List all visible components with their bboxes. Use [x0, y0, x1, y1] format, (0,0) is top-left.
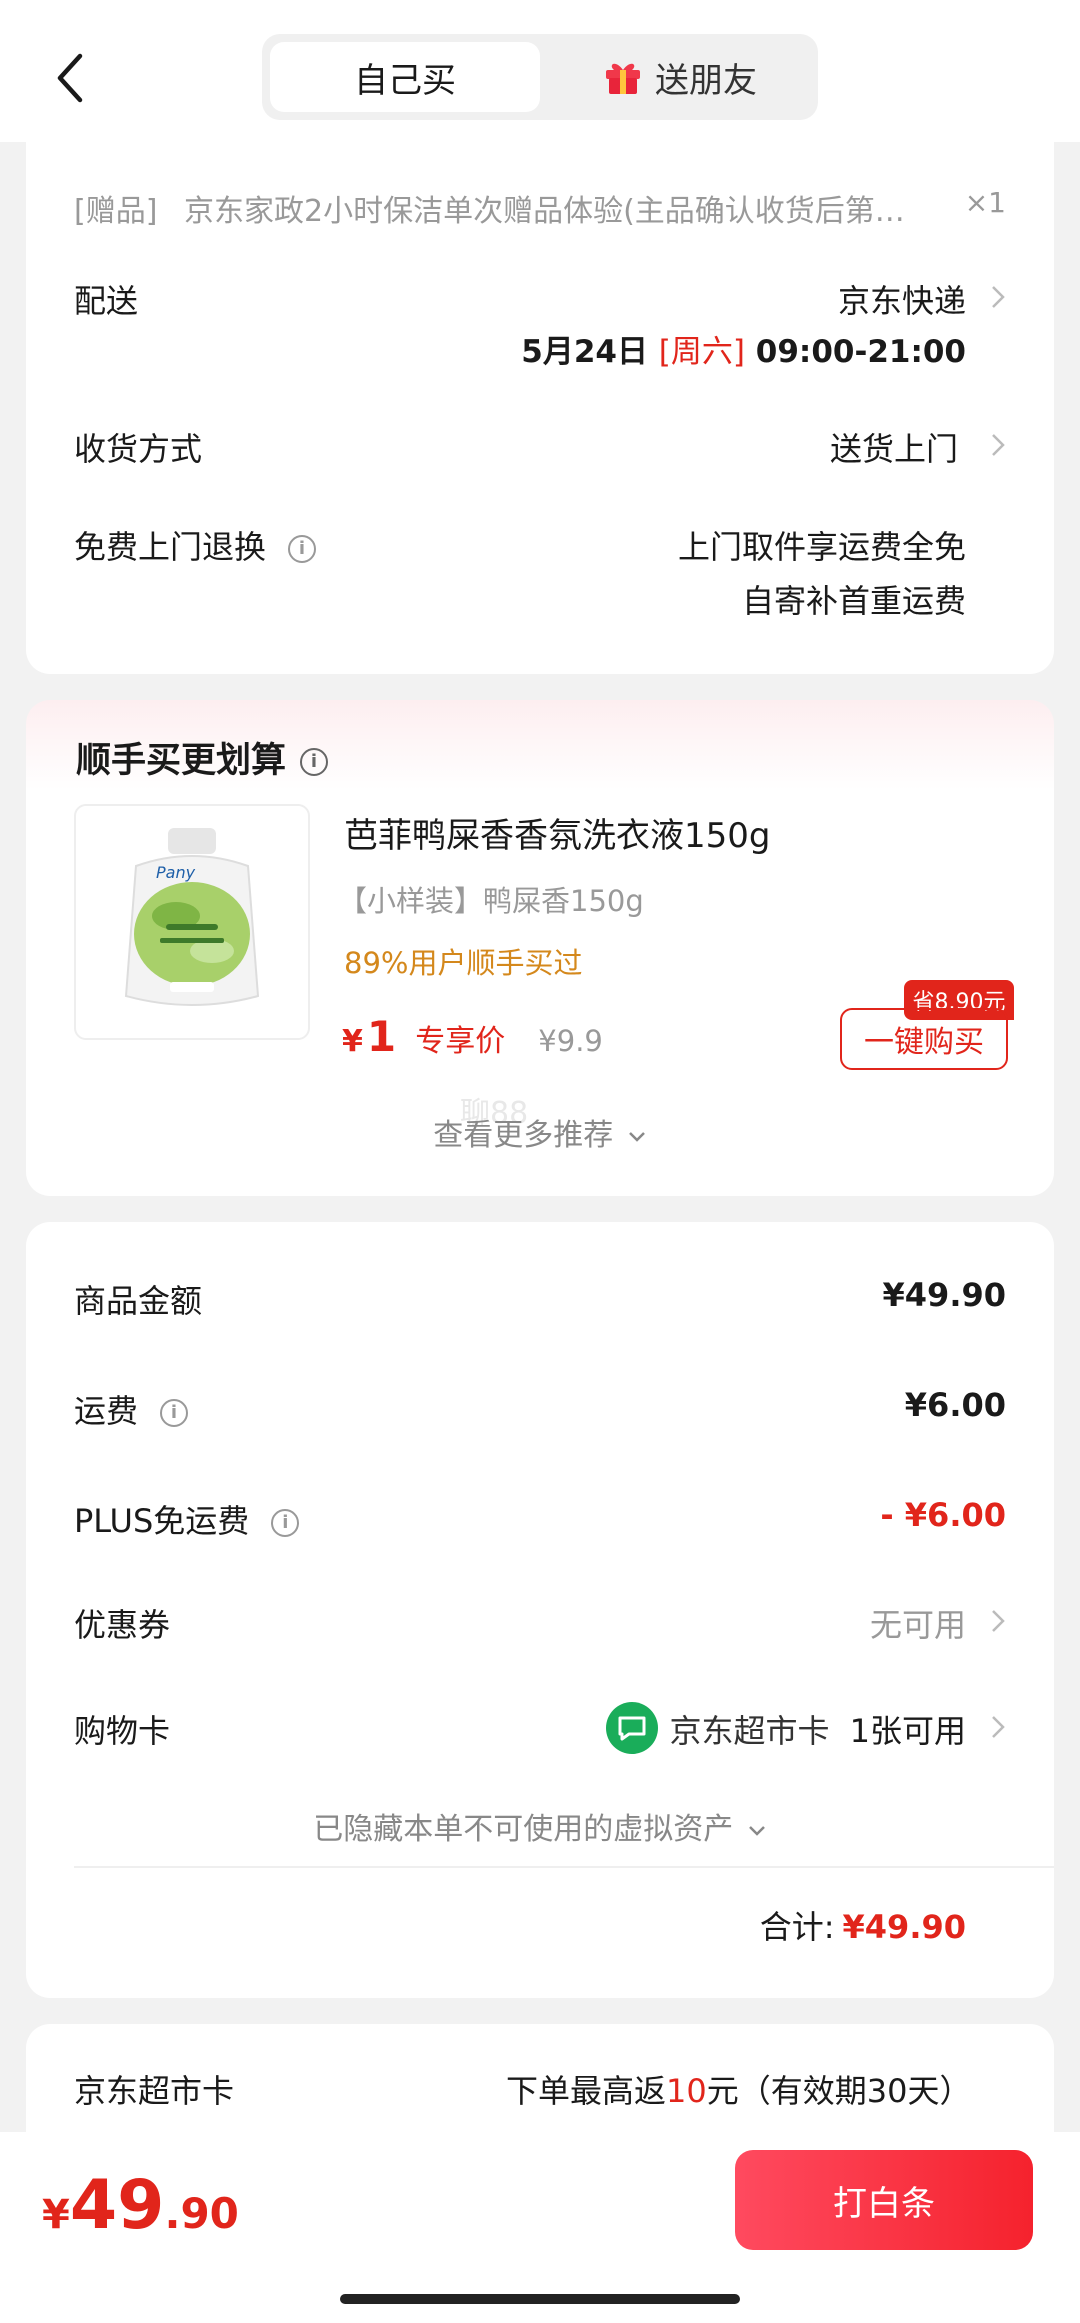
receive-method-value: 送货上门: [829, 430, 958, 468]
checkout-total: ¥49.90: [42, 2166, 239, 2245]
addon-price: ¥1 专享价 ¥9.9: [342, 1012, 603, 1062]
receive-method-label: 收货方式: [74, 430, 203, 468]
addon-title-text: 顺手买更划算: [76, 741, 287, 781]
coupon-value: 无可用: [869, 1606, 966, 1644]
gift-tag: [赠品]: [74, 194, 158, 229]
cashback-text-pre: 下单最高返: [506, 2072, 667, 2110]
delivery-card: [赠品] 京东家政2小时保洁单次赠品体验(主品确认收货后第… ×1 配送 京东快…: [26, 100, 1054, 674]
checkout-bar: ¥49.90 打白条: [0, 2132, 1080, 2323]
addon-social-proof: 89%用户顺手买过: [344, 946, 583, 980]
delivery-label: 配送: [74, 282, 139, 320]
info-icon[interactable]: i: [288, 535, 317, 563]
purchase-mode-switch: 自己买 送朋友: [262, 34, 818, 120]
shopping-card-row[interactable]: 购物卡 京东超市卡 1张可用: [74, 1700, 1006, 1756]
home-indicator: [340, 2294, 740, 2304]
gift-icon: [606, 63, 640, 94]
checkout-amount-dec: .90: [164, 2189, 239, 2238]
hidden-assets-label: 已隐藏本单不可使用的虚拟资产: [313, 1812, 734, 1847]
chevron-right-icon: [992, 434, 1005, 456]
hidden-assets-toggle[interactable]: 已隐藏本单不可使用的虚拟资产: [26, 1804, 1054, 1848]
free-return-row: 免费上门退换 i 上门取件享运费全免 自寄补首重运费: [74, 522, 1006, 632]
goods-amount-row: 商品金额 ¥49.90: [74, 1276, 1006, 1320]
product-image[interactable]: Pany: [74, 804, 310, 1040]
gift-item-row[interactable]: [赠品] 京东家政2小时保洁单次赠品体验(主品确认收货后第… ×1: [74, 186, 1006, 229]
info-icon[interactable]: i: [160, 1399, 189, 1427]
delivery-time: 09:00-21:00: [755, 334, 966, 370]
tab-self-buy[interactable]: 自己买: [270, 42, 540, 112]
view-more-recommendations[interactable]: 查看更多推荐: [26, 1110, 1054, 1154]
shipping-fee-label-text: 运费: [74, 1392, 139, 1430]
chevron-right-icon: [992, 286, 1005, 308]
addon-card: 顺手买更划算 i Pany 芭菲鸭屎香香氛洗衣液150g 【小样装】鸭屎香150g…: [26, 700, 1054, 1196]
plus-free-shipping-row: PLUS免运费 i - ¥6.00: [74, 1496, 1006, 1540]
total-value: ¥49.90: [842, 1908, 966, 1946]
delivery-carrier: 京东快递: [837, 282, 966, 320]
supermarket-cashback-text: 下单最高返10元（有效期30天）: [506, 2066, 971, 2112]
shopping-card-info: 京东超市卡 1张可用: [605, 1702, 966, 1755]
detergent-bottle-image: Pany: [124, 828, 260, 1006]
chevron-down-icon: [748, 1825, 765, 1836]
price-summary-card: 商品金额 ¥49.90 运费 i ¥6.00 PLUS免运费 i - ¥6.00 优…: [26, 1222, 1054, 1998]
delivery-schedule: 5月24日 [周六] 09:00-21:00: [521, 326, 966, 371]
cashback-text-post: 元（有效期30天）: [706, 2072, 972, 2110]
addon-original-price: ¥9.9: [538, 1024, 603, 1058]
tab-send-friend[interactable]: 送朋友: [552, 42, 808, 112]
receive-method-row[interactable]: 收货方式 送货上门: [74, 424, 1006, 468]
goods-amount-label: 商品金额: [74, 1282, 203, 1320]
supermarket-card-icon: [606, 1702, 659, 1754]
total-label: 合计:: [759, 1908, 835, 1946]
free-return-label: 免费上门退换 i: [74, 522, 317, 568]
free-return-line2: 自寄补首重运费: [741, 582, 966, 620]
shipping-fee-row: 运费 i ¥6.00: [74, 1386, 1006, 1430]
plus-free-shipping-label: PLUS免运费 i: [74, 1496, 300, 1542]
chevron-right-icon: [992, 1716, 1005, 1738]
gift-item-qty: ×1: [964, 186, 1006, 219]
supermarket-card-label: 京东超市卡: [74, 2072, 235, 2110]
checkout-amount-int: 49: [69, 2166, 165, 2245]
addon-price-symbol: ¥: [342, 1024, 363, 1059]
addon-product-spec: 【小样装】鸭屎香150g: [338, 884, 644, 918]
chevron-down-icon: [628, 1131, 645, 1142]
addon-price-value: 1: [366, 1012, 397, 1061]
gift-item-name: 京东家政2小时保洁单次赠品体验(主品确认收货后第…: [184, 194, 905, 229]
goods-amount-value: ¥49.90: [882, 1276, 1006, 1314]
info-icon[interactable]: i: [300, 748, 329, 776]
tab-self-buy-label: 自己买: [354, 60, 456, 101]
coupon-row[interactable]: 优惠券 无可用: [74, 1600, 1006, 1644]
tab-send-friend-label: 送朋友: [655, 60, 757, 101]
cashback-amount: 10: [666, 2072, 707, 2110]
shipping-fee-value: ¥6.00: [904, 1386, 1006, 1424]
top-bar: 自己买 送朋友: [0, 0, 1080, 142]
coupon-label: 优惠券: [74, 1606, 171, 1644]
view-more-label: 查看更多推荐: [433, 1118, 614, 1153]
plus-free-shipping-value: - ¥6.00: [880, 1496, 1006, 1534]
delivery-weekday: [周六]: [658, 334, 745, 370]
svg-text:Pany: Pany: [156, 863, 196, 882]
one-click-buy-button[interactable]: 一键购买: [840, 1008, 1008, 1070]
back-arrow-icon[interactable]: [52, 52, 92, 104]
addon-title: 顺手买更划算 i: [76, 732, 329, 783]
delivery-date: 5月24日: [521, 334, 648, 370]
free-return-label-text: 免费上门退换: [74, 528, 267, 566]
delivery-row[interactable]: 配送 京东快递 5月24日 [周六] 09:00-21:00: [74, 276, 1006, 376]
shopping-card-available: 1张可用: [849, 1712, 966, 1750]
chevron-right-icon: [992, 1610, 1005, 1632]
shopping-card-label: 购物卡: [74, 1712, 171, 1750]
supermarket-cashback-row[interactable]: 京东超市卡 下单最高返10元（有效期30天）: [74, 2066, 1006, 2110]
pay-baitiao-button[interactable]: 打白条: [735, 2150, 1033, 2250]
total-row: 合计: ¥49.90: [760, 1902, 966, 1948]
checkout-currency: ¥: [42, 2192, 70, 2238]
free-return-line1: 上门取件享运费全免: [677, 528, 966, 566]
addon-price-tag: 专享价: [415, 1024, 506, 1059]
info-icon[interactable]: i: [271, 1509, 300, 1537]
plus-free-shipping-label-text: PLUS免运费: [74, 1502, 250, 1540]
divider: [74, 1866, 1054, 1868]
shipping-fee-label: 运费 i: [74, 1386, 189, 1432]
shopping-card-name: 京东超市卡: [669, 1712, 830, 1750]
addon-product-name[interactable]: 芭菲鸭屎香香氛洗衣液150g: [344, 808, 770, 857]
